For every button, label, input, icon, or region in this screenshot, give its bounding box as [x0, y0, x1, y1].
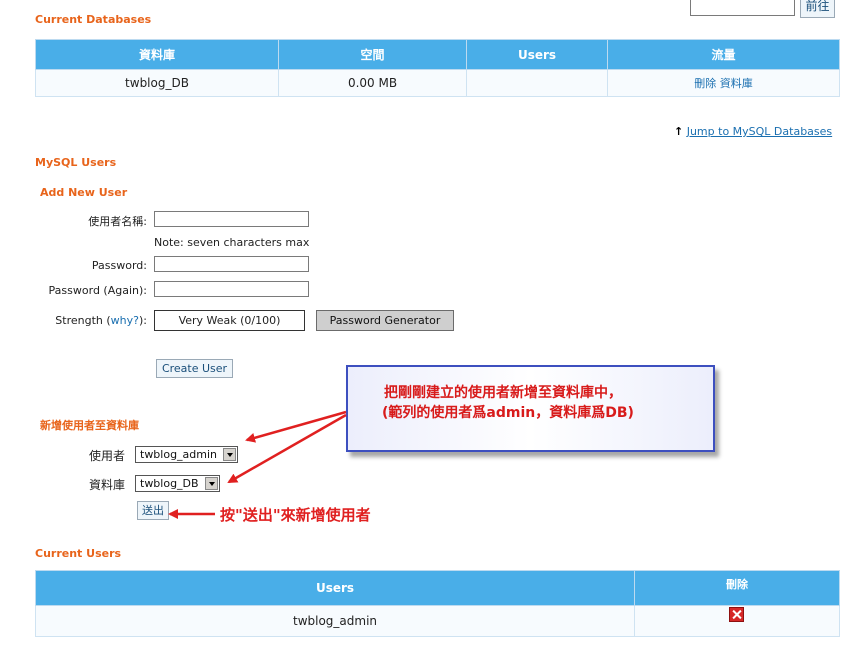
users-table-header: Users 刪除	[35, 570, 840, 606]
col-users: Users	[35, 570, 635, 606]
table-row: twblog_admin	[35, 605, 840, 637]
users-table: Users 刪除 twblog_admin	[35, 570, 840, 637]
col-delete: 刪除	[634, 570, 840, 606]
arrow-to-user-select	[245, 410, 347, 443]
arrow-to-db-select	[227, 413, 347, 484]
user-name: twblog_admin	[35, 605, 635, 637]
current-users-title: Current Users	[35, 547, 122, 560]
annotation-arrows	[168, 410, 347, 519]
submit-hint: 按"送出"來新增使用者	[220, 506, 371, 524]
delete-icon[interactable]	[729, 607, 744, 622]
